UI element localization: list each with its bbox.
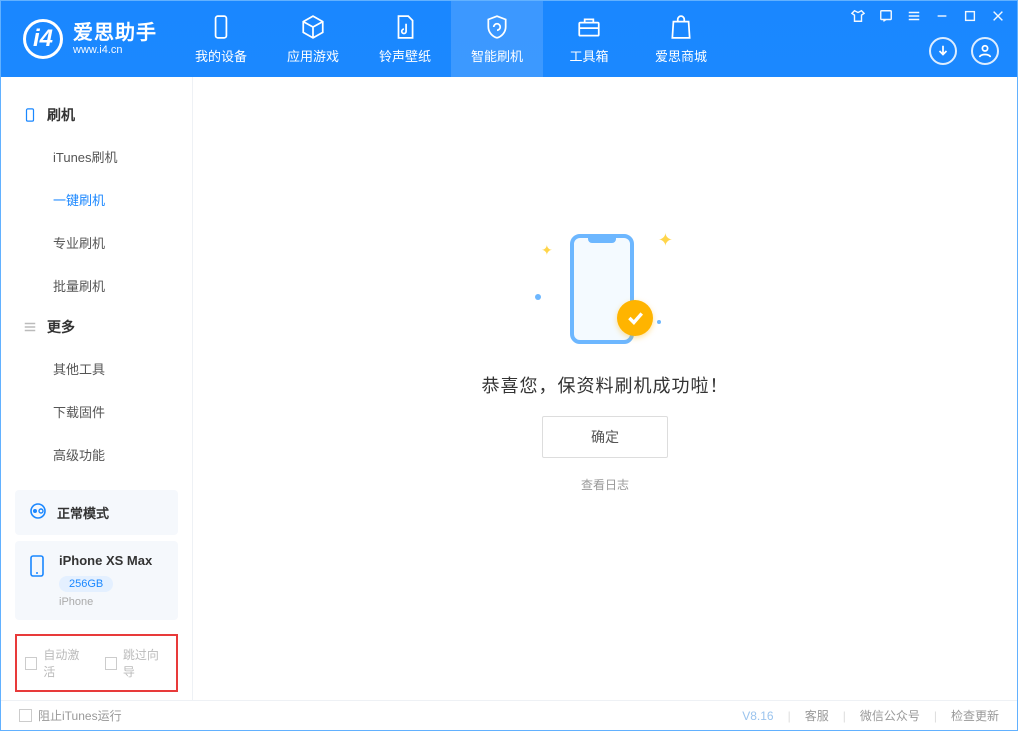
- checkbox-auto-activate[interactable]: 自动激活: [25, 646, 89, 680]
- tab-label: 智能刷机: [471, 46, 523, 65]
- view-log-link[interactable]: 查看日志: [581, 476, 629, 493]
- app-title: 爱思助手: [73, 22, 157, 44]
- toolbox-icon: [576, 14, 602, 40]
- shirt-icon[interactable]: [851, 9, 865, 28]
- device-icon: [208, 14, 234, 40]
- confirm-button[interactable]: 确定: [542, 416, 668, 458]
- download-icon[interactable]: [929, 37, 957, 65]
- sidebar-item-other-tools[interactable]: 其他工具: [1, 347, 192, 390]
- app-subtitle: www.i4.cn: [73, 44, 157, 56]
- checkbox-skip-guide[interactable]: 跳过向导: [105, 646, 169, 680]
- menu-icon[interactable]: [907, 9, 921, 28]
- sidebar-group-more: 更多: [1, 307, 192, 347]
- mode-icon: [29, 502, 47, 523]
- device-mode-card[interactable]: 正常模式: [15, 490, 178, 535]
- device-type: iPhone: [59, 596, 152, 608]
- phone-device-icon: [29, 555, 49, 608]
- user-icon[interactable]: [971, 37, 999, 65]
- tab-label: 爱思商城: [655, 46, 707, 65]
- tab-apps-games[interactable]: 应用游戏: [267, 1, 359, 77]
- music-file-icon: [392, 14, 418, 40]
- check-update-link[interactable]: 检查更新: [951, 707, 999, 724]
- tab-smart-flash[interactable]: 智能刷机: [451, 1, 543, 77]
- nav-tabs: 我的设备 应用游戏 铃声壁纸 智能刷机 工具箱 爱思商城: [175, 1, 727, 77]
- success-illustration: ✦ ✦: [535, 224, 675, 354]
- sidebar-item-download-firmware[interactable]: 下载固件: [1, 390, 192, 433]
- sidebar-group-flash: 刷机: [1, 95, 192, 135]
- sidebar-item-itunes-flash[interactable]: iTunes刷机: [1, 135, 192, 178]
- tab-toolbox[interactable]: 工具箱: [543, 1, 635, 77]
- shopping-bag-icon: [668, 14, 694, 40]
- footer: 阻止iTunes运行 V8.16 | 客服 | 微信公众号 | 检查更新: [1, 700, 1017, 730]
- checkbox-icon: [19, 709, 32, 722]
- mode-label: 正常模式: [57, 503, 109, 522]
- minimize-icon[interactable]: [935, 9, 949, 28]
- device-info-card[interactable]: iPhone XS Max 256GB iPhone: [15, 541, 178, 620]
- header-actions: [929, 37, 999, 65]
- sidebar-item-oneclick-flash[interactable]: 一键刷机: [1, 178, 192, 221]
- app-header: i4 爱思助手 www.i4.cn 我的设备 应用游戏 铃声壁纸 智能刷机 工具…: [1, 1, 1017, 77]
- highlighted-options: 自动激活 跳过向导: [15, 634, 178, 692]
- device-name: iPhone XS Max: [59, 553, 152, 568]
- list-icon: [23, 320, 37, 334]
- tab-label: 工具箱: [569, 46, 608, 65]
- tab-my-device[interactable]: 我的设备: [175, 1, 267, 77]
- checkbox-icon: [25, 657, 37, 670]
- tab-ringtone-wallpaper[interactable]: 铃声壁纸: [359, 1, 451, 77]
- close-icon[interactable]: [991, 9, 1005, 28]
- checkbox-icon: [105, 657, 117, 670]
- window-controls: [851, 9, 1005, 28]
- check-badge-icon: [617, 300, 653, 336]
- customer-service-link[interactable]: 客服: [805, 707, 829, 724]
- feedback-icon[interactable]: [879, 9, 893, 28]
- sidebar-item-batch-flash[interactable]: 批量刷机: [1, 264, 192, 307]
- sidebar-item-pro-flash[interactable]: 专业刷机: [1, 221, 192, 264]
- success-message: 恭喜您，保资料刷机成功啦！: [482, 372, 729, 398]
- phone-icon: [23, 108, 37, 122]
- cube-icon: [300, 14, 326, 40]
- maximize-icon[interactable]: [963, 9, 977, 28]
- storage-badge: 256GB: [59, 576, 113, 592]
- sidebar: 刷机 iTunes刷机 一键刷机 专业刷机 批量刷机 更多 其他工具 下载固件 …: [1, 77, 193, 700]
- tab-store[interactable]: 爱思商城: [635, 1, 727, 77]
- sidebar-item-advanced[interactable]: 高级功能: [1, 433, 192, 476]
- main-content: ✦ ✦ 恭喜您，保资料刷机成功啦！ 确定 查看日志: [193, 77, 1017, 700]
- wechat-link[interactable]: 微信公众号: [860, 707, 920, 724]
- shield-refresh-icon: [484, 14, 510, 40]
- tab-label: 我的设备: [195, 46, 247, 65]
- version-label: V8.16: [742, 709, 773, 723]
- logo-icon: i4: [23, 19, 63, 59]
- tab-label: 应用游戏: [287, 46, 339, 65]
- logo-area: i4 爱思助手 www.i4.cn: [1, 1, 175, 77]
- tab-label: 铃声壁纸: [379, 46, 431, 65]
- checkbox-block-itunes[interactable]: 阻止iTunes运行: [19, 707, 122, 724]
